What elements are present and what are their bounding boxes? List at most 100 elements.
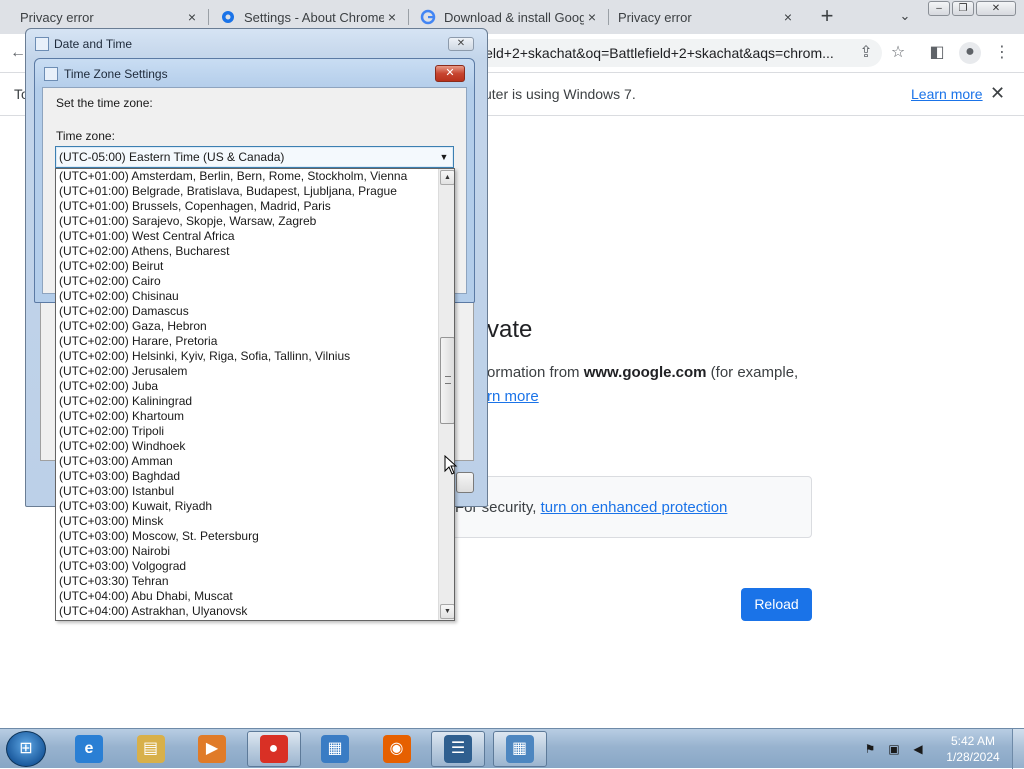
taskbar-app-date-time[interactable]: ▦ bbox=[492, 731, 547, 767]
media-player-icon: ▶ bbox=[198, 735, 226, 763]
time-zone-option[interactable]: (UTC+03:00) Minsk bbox=[59, 514, 437, 529]
close-icon[interactable]: × bbox=[384, 9, 400, 25]
time-zone-option[interactable]: (UTC+03:00) Moscow, St. Petersburg bbox=[59, 529, 437, 544]
calendar-icon bbox=[44, 67, 58, 81]
time-zone-option[interactable]: (UTC+03:00) Nairobi bbox=[59, 544, 437, 559]
taskbar-app-media-player[interactable]: ▶ bbox=[185, 731, 239, 767]
time-zone-option[interactable]: (UTC+02:00) Cairo bbox=[59, 274, 437, 289]
time-zone-option[interactable]: (UTC+02:00) Jerusalem bbox=[59, 364, 437, 379]
grip-icon bbox=[445, 376, 451, 384]
clock-time: 5:42 AM bbox=[950, 734, 996, 748]
time-zone-option[interactable]: (UTC+03:00) Kuwait, Riyadh bbox=[59, 499, 437, 514]
infobar-learn-more-link[interactable]: Learn more bbox=[911, 86, 983, 102]
system-tray: ⚑ ▣ ◀ bbox=[862, 737, 926, 761]
close-icon[interactable]: × bbox=[780, 9, 796, 25]
close-icon[interactable]: × bbox=[584, 9, 600, 25]
learn-more-link[interactable]: rn more bbox=[487, 388, 539, 405]
tab-title: Privacy error bbox=[20, 9, 94, 25]
time-zone-option[interactable]: (UTC+02:00) Gaza, Hebron bbox=[59, 319, 437, 334]
time-zone-option[interactable]: (UTC+03:00) Amman bbox=[59, 454, 437, 469]
time-zone-option[interactable]: (UTC+02:00) Damascus bbox=[59, 304, 437, 319]
window-controls: – ❐ ✕ bbox=[928, 1, 1016, 17]
list-scrollbar[interactable]: ▲ ▼ bbox=[438, 169, 454, 620]
maximize-button[interactable]: ❐ bbox=[952, 1, 974, 16]
google-icon bbox=[420, 9, 436, 25]
time-zone-option[interactable]: (UTC+02:00) Helsinki, Kyiv, Riga, Sofia,… bbox=[59, 349, 437, 364]
network-icon[interactable]: ▣ bbox=[886, 741, 902, 757]
set-time-zone-label: Set the time zone: bbox=[56, 96, 153, 110]
action-center-flag-icon[interactable]: ⚑ bbox=[862, 741, 878, 757]
time-zone-option[interactable]: (UTC+02:00) Tripoli bbox=[59, 424, 437, 439]
time-zone-label: Time zone: bbox=[56, 129, 115, 143]
time-zone-option[interactable]: (UTC+02:00) Chisinau bbox=[59, 289, 437, 304]
time-zone-title: Time Zone Settings bbox=[64, 67, 168, 81]
time-zone-option[interactable]: (UTC+01:00) Sarajevo, Skopje, Warsaw, Za… bbox=[59, 214, 437, 229]
time-zone-option[interactable]: (UTC+02:00) Athens, Bucharest bbox=[59, 244, 437, 259]
internet-explorer-icon: e bbox=[75, 735, 103, 763]
scroll-down-arrow-icon[interactable]: ▼ bbox=[440, 604, 454, 619]
date-time-icon: ▦ bbox=[505, 735, 534, 763]
time-zone-option[interactable]: (UTC+02:00) Harare, Pretoria bbox=[59, 334, 437, 349]
minimize-button[interactable]: – bbox=[928, 1, 950, 16]
enhanced-protection-box: For security, turn on enhanced protectio… bbox=[440, 476, 812, 538]
time-zone-option[interactable]: (UTC+03:00) Istanbul bbox=[59, 484, 437, 499]
time-zone-option[interactable]: (UTC+02:00) Khartoum bbox=[59, 409, 437, 424]
close-icon[interactable]: × bbox=[184, 9, 200, 25]
body-text-after: (for example, bbox=[706, 364, 799, 381]
page-body-text: ormation from www.google.com (for exampl… bbox=[487, 364, 798, 381]
address-bar[interactable]: ield+2+skachat&oq=Battlefield+2+skachat&… bbox=[470, 39, 882, 67]
tab-title: Privacy error bbox=[618, 9, 692, 25]
taskbar-app-firefox[interactable]: ◉ bbox=[370, 731, 424, 767]
start-button[interactable]: ⊞ bbox=[6, 731, 46, 767]
body-domain: www.google.com bbox=[583, 364, 707, 381]
time-zone-option[interactable]: (UTC+02:00) Windhoek bbox=[59, 439, 437, 454]
close-icon[interactable]: ✕ bbox=[448, 37, 474, 51]
scroll-up-arrow-icon[interactable]: ▲ bbox=[440, 170, 454, 185]
menu-kebab-icon[interactable]: ⋮ bbox=[992, 43, 1012, 63]
time-zone-selected-value: (UTC-05:00) Eastern Time (US & Canada) bbox=[59, 150, 285, 164]
close-icon[interactable]: ✕ bbox=[990, 83, 1005, 104]
window-close-button[interactable]: ✕ bbox=[976, 1, 1016, 16]
close-icon[interactable]: ✕ bbox=[435, 65, 465, 82]
time-zone-option[interactable]: (UTC+03:00) Volgograd bbox=[59, 559, 437, 574]
gear-icon bbox=[222, 11, 234, 23]
taskbar-app-internet-explorer[interactable]: e bbox=[62, 731, 116, 767]
time-zone-option[interactable]: (UTC+04:00) Astrakhan, Ulyanovsk bbox=[59, 604, 437, 619]
clock[interactable]: 5:42 AM 1/28/2024 bbox=[940, 733, 1006, 765]
time-zone-option[interactable]: (UTC+04:00) Abu Dhabi, Muscat bbox=[59, 589, 437, 604]
time-zone-option[interactable]: (UTC+02:00) Kaliningrad bbox=[59, 394, 437, 409]
time-zone-option[interactable]: (UTC+01:00) Brussels, Copenhagen, Madrid… bbox=[59, 199, 437, 214]
control-panel-icon: ▦ bbox=[321, 735, 349, 763]
taskbar-app-notepad-list[interactable]: ☰ bbox=[431, 731, 485, 767]
tab-search-button[interactable]: ⌄ bbox=[895, 5, 915, 27]
volume-muted-icon[interactable]: ◀ bbox=[910, 741, 926, 757]
scrollbar-thumb[interactable] bbox=[440, 337, 454, 424]
show-desktop-button[interactable] bbox=[1012, 729, 1024, 769]
time-zone-option[interactable]: (UTC+02:00) Juba bbox=[59, 379, 437, 394]
share-icon[interactable]: ⇪ bbox=[856, 43, 876, 63]
time-zone-option[interactable]: (UTC+03:00) Baghdad bbox=[59, 469, 437, 484]
time-zone-option[interactable]: (UTC+01:00) Belgrade, Bratislava, Budape… bbox=[59, 184, 437, 199]
taskbar: ⊞ e ▤ ▶ ● ▦ ◉ ☰ ▦ ⚑ ▣ ◀ 5:42 AM 1/28/2024 bbox=[0, 728, 1024, 769]
new-tab-button[interactable]: + bbox=[815, 4, 839, 28]
bookmark-star-icon[interactable]: ☆ bbox=[888, 43, 908, 63]
enhanced-protection-link[interactable]: turn on enhanced protection bbox=[541, 499, 728, 516]
tab-separator bbox=[408, 9, 409, 25]
time-zone-option[interactable]: (UTC+02:00) Beirut bbox=[59, 259, 437, 274]
time-zone-select[interactable]: (UTC-05:00) Eastern Time (US & Canada) ▼ bbox=[55, 146, 454, 168]
time-zone-option[interactable]: (UTC+01:00) West Central Africa bbox=[59, 229, 437, 244]
profile-avatar-icon[interactable]: ● bbox=[959, 42, 981, 64]
side-panel-icon[interactable]: ◧ bbox=[927, 43, 947, 63]
dropdown-arrow-icon[interactable]: ▼ bbox=[435, 147, 453, 167]
taskbar-app-control-panel[interactable]: ▦ bbox=[308, 731, 362, 767]
tab-title: Download & install Goog bbox=[444, 9, 584, 25]
infobar-text: uter is using Windows 7. bbox=[484, 86, 636, 102]
chrome-icon: ● bbox=[259, 735, 288, 763]
taskbar-app-windows-explorer[interactable]: ▤ bbox=[124, 731, 178, 767]
taskbar-app-chrome[interactable]: ● bbox=[246, 731, 301, 767]
reload-button[interactable]: Reload bbox=[741, 588, 812, 621]
dialog-button[interactable] bbox=[456, 472, 474, 493]
time-zone-option[interactable]: (UTC+01:00) Amsterdam, Berlin, Bern, Rom… bbox=[59, 169, 437, 184]
time-zone-option[interactable]: (UTC+03:30) Tehran bbox=[59, 574, 437, 589]
tab-privacy-error-2[interactable]: Privacy error × bbox=[608, 0, 804, 34]
